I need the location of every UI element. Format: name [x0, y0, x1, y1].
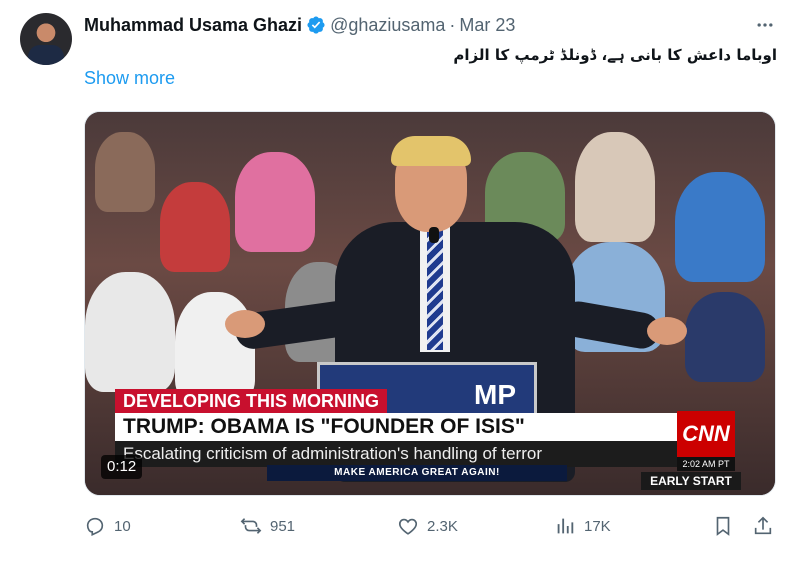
show-name-badge: EARLY START	[641, 472, 741, 490]
speaker-hand	[225, 310, 265, 338]
analytics-icon	[557, 518, 574, 534]
header-separator: ·	[449, 14, 456, 35]
crowd-person	[235, 152, 315, 252]
video-player[interactable]: MP DEVELOPING THIS MORNING TRUMP: OBAMA …	[84, 111, 776, 496]
microphone	[429, 227, 439, 243]
tweet-text: اوباما داعش کا بانی ہے، ڈونلڈ ٹرمپ کا ال…	[453, 46, 777, 64]
chyron-maga-line: MAKE AMERICA GREAT AGAIN!	[267, 465, 567, 481]
crowd-person	[95, 132, 155, 212]
share-button[interactable]	[752, 511, 774, 541]
share-icon	[754, 516, 772, 535]
crowd-person	[175, 292, 255, 402]
more-options-icon[interactable]	[752, 12, 778, 38]
chyron-subtitle: Escalating criticism of administration's…	[115, 441, 677, 467]
bookmark-button[interactable]	[712, 511, 734, 541]
reply-button[interactable]: 10	[84, 511, 131, 541]
tweet-header: Muhammad Usama Ghazi @ghaziusama · Mar 2…	[84, 13, 515, 37]
tweet-date[interactable]: Mar 23	[459, 15, 515, 36]
speaker-hair	[391, 136, 471, 166]
speaker-tie	[427, 230, 443, 350]
tweet-actions: 10 951 2.3K 17K	[84, 511, 784, 541]
chyron-developing: DEVELOPING THIS MORNING	[115, 389, 388, 413]
like-count: 2.3K	[427, 517, 458, 535]
repost-icon	[240, 518, 262, 534]
reply-count: 10	[114, 517, 131, 535]
show-more-link[interactable]: Show more	[84, 68, 175, 89]
author-name[interactable]: Muhammad Usama Ghazi	[84, 15, 302, 36]
crowd-person	[685, 292, 765, 382]
chyron-headline: TRUMP: OBAMA IS "FOUNDER OF ISIS"	[115, 413, 677, 441]
crowd-person	[675, 172, 765, 282]
views-button[interactable]: 17K	[554, 511, 611, 541]
author-handle[interactable]: @ghaziusama	[330, 15, 445, 36]
bookmark-icon	[716, 516, 730, 536]
like-button[interactable]: 2.3K	[397, 511, 458, 541]
crowd-person	[160, 182, 230, 272]
repost-count: 951	[270, 517, 296, 535]
view-count: 17K	[584, 517, 611, 535]
verified-badge-icon	[307, 16, 325, 34]
cnn-logo: CNN	[677, 411, 735, 457]
crowd-person	[85, 272, 175, 392]
author-avatar[interactable]	[20, 13, 72, 65]
video-duration: 0:12	[101, 455, 143, 479]
repost-button[interactable]: 951	[240, 511, 295, 541]
crowd-person	[575, 132, 655, 242]
heart-icon	[398, 518, 418, 535]
speaker-hand	[647, 317, 687, 345]
cnn-time: 2:02 AM PT	[677, 457, 735, 471]
reply-icon	[86, 517, 104, 537]
